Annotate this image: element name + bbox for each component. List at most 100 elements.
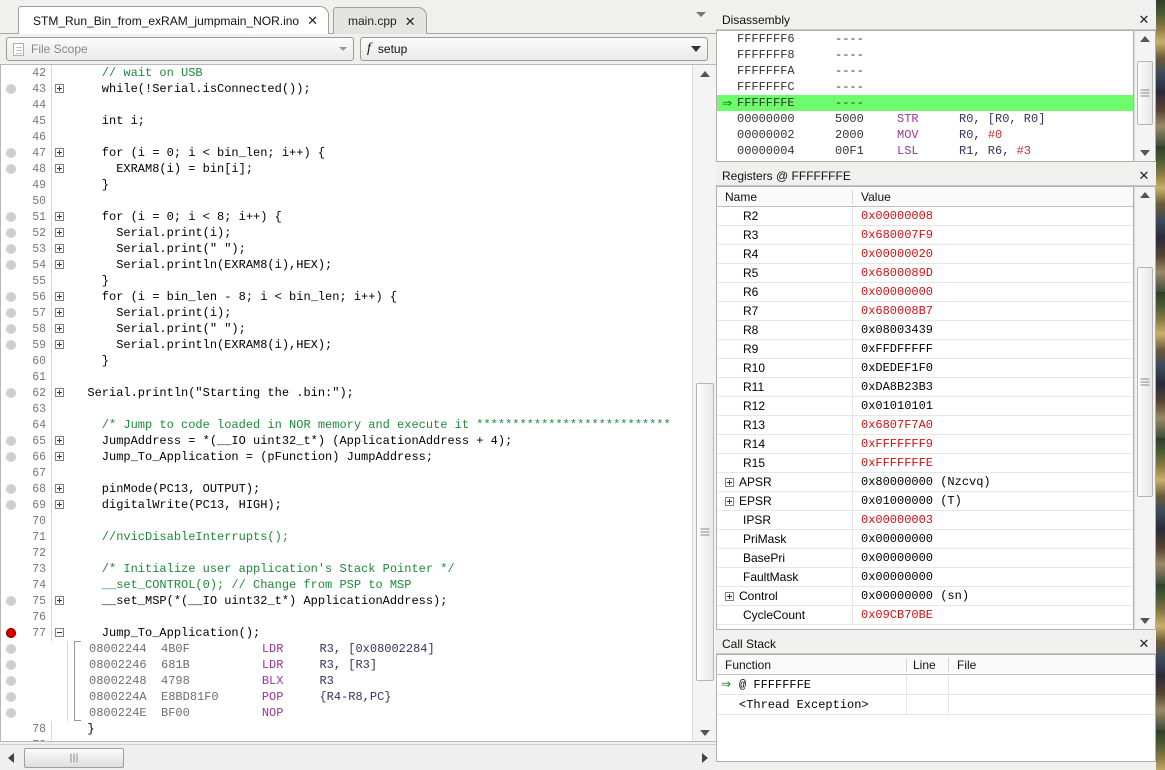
breakpoint-gutter[interactable]: [1, 673, 67, 689]
fold-gutter[interactable]: [51, 129, 67, 145]
register-value[interactable]: 0x00000000: [853, 285, 1133, 299]
code-line[interactable]: 53 Serial.print(" ");: [1, 241, 692, 257]
register-row[interactable]: R130x6807F7A0: [717, 416, 1133, 435]
breakpoint-gutter[interactable]: [1, 369, 23, 385]
expand-icon[interactable]: [55, 84, 64, 93]
code-line[interactable]: 58 Serial.print(" ");: [1, 321, 692, 337]
file-scope-dropdown[interactable]: File Scope: [6, 37, 354, 61]
fold-gutter[interactable]: [51, 465, 67, 481]
breakpoint-gutter[interactable]: [1, 65, 23, 81]
breakpoint-gutter[interactable]: [1, 241, 23, 257]
breakpoint-gutter[interactable]: [1, 721, 23, 737]
fold-gutter[interactable]: [51, 241, 67, 257]
register-value[interactable]: 0x00000000: [853, 551, 1133, 565]
expand-icon[interactable]: [55, 484, 64, 493]
breakpoint-gutter[interactable]: [1, 337, 23, 353]
close-icon[interactable]: ✕: [1136, 12, 1152, 28]
code-line[interactable]: 78 }: [1, 721, 692, 737]
breakpoint-marker-icon[interactable]: [6, 244, 16, 254]
code-line[interactable]: 61: [1, 369, 692, 385]
breakpoint-gutter[interactable]: [1, 225, 23, 241]
fold-gutter[interactable]: [51, 209, 67, 225]
fold-gutter[interactable]: [51, 577, 67, 593]
code-line[interactable]: 63: [1, 401, 692, 417]
expand-icon[interactable]: [725, 497, 734, 506]
fold-gutter[interactable]: [51, 433, 67, 449]
disassembly-row[interactable]: 000000022000MOVR0, #0: [717, 127, 1133, 143]
fold-gutter[interactable]: [51, 449, 67, 465]
breakpoint-marker-icon[interactable]: [6, 388, 16, 398]
register-row[interactable]: BasePri0x00000000: [717, 549, 1133, 568]
scroll-down-icon[interactable]: [1135, 145, 1155, 161]
register-value[interactable]: 0xDEDEF1F0: [853, 361, 1133, 375]
breakpoint-marker-icon[interactable]: [6, 260, 16, 270]
register-row[interactable]: FaultMask0x00000000: [717, 568, 1133, 587]
breakpoint-marker-icon[interactable]: [6, 324, 16, 334]
fold-gutter[interactable]: [51, 305, 67, 321]
expand-icon[interactable]: [55, 212, 64, 221]
breakpoint-gutter[interactable]: [1, 465, 23, 481]
scroll-up-icon[interactable]: [693, 65, 716, 82]
breakpoint-gutter[interactable]: [1, 161, 23, 177]
fold-gutter[interactable]: [51, 369, 67, 385]
breakpoint-marker-icon[interactable]: [6, 596, 16, 606]
breakpoint-marker-icon[interactable]: [6, 148, 16, 158]
editor-vertical-scrollbar[interactable]: [692, 65, 716, 741]
fold-gutter[interactable]: [51, 273, 67, 289]
disassembly-list[interactable]: FFFFFFF6----FFFFFFF8----FFFFFFFA----FFFF…: [716, 30, 1134, 162]
fold-gutter[interactable]: [51, 65, 67, 81]
scroll-up-icon[interactable]: [1135, 187, 1155, 203]
expand-icon[interactable]: [55, 164, 64, 173]
fold-gutter[interactable]: [51, 417, 67, 433]
disassembly-row-current[interactable]: ⇒FFFFFFFE----: [717, 95, 1133, 111]
scroll-right-icon[interactable]: [694, 745, 716, 770]
code-line[interactable]: 62 Serial.println("Starting the .bin:");: [1, 385, 692, 401]
disassembly-row[interactable]: FFFFFFFC----: [717, 79, 1133, 95]
scroll-left-icon[interactable]: [0, 745, 22, 770]
register-row[interactable]: R120x01010101: [717, 397, 1133, 416]
disassembly-row[interactable]: 0000000400F1LSLR1, R6, #3: [717, 143, 1133, 159]
breakpoint-gutter[interactable]: [1, 257, 23, 273]
fold-gutter[interactable]: [51, 177, 67, 193]
register-value[interactable]: 0xFFDFFFFF: [853, 342, 1133, 356]
expand-icon[interactable]: [55, 148, 64, 157]
register-value[interactable]: 0x6800089D: [853, 266, 1133, 280]
breakpoint-gutter[interactable]: [1, 353, 23, 369]
expand-icon[interactable]: [55, 260, 64, 269]
code-line[interactable]: 47 for (i = 0; i < bin_len; i++) {: [1, 145, 692, 161]
editor-tab-maincpp[interactable]: main.cpp ✕: [333, 7, 427, 34]
register-value[interactable]: 0x6807F7A0: [853, 418, 1133, 432]
code-line[interactable]: 71 //nvicDisableInterrupts();: [1, 529, 692, 545]
scrollbar-thumb[interactable]: [1137, 267, 1153, 497]
scrollbar-thumb[interactable]: [696, 383, 714, 681]
code-line[interactable]: 68 pinMode(PC13, OUTPUT);: [1, 481, 692, 497]
register-value[interactable]: 0xDA8B23B3: [853, 380, 1133, 394]
fold-gutter[interactable]: [51, 401, 67, 417]
breakpoint-gutter[interactable]: [1, 113, 23, 129]
register-row[interactable]: R40x00000020: [717, 245, 1133, 264]
register-row[interactable]: R150xFFFFFFFE: [717, 454, 1133, 473]
fold-gutter[interactable]: [51, 513, 67, 529]
register-row[interactable]: PriMask0x00000000: [717, 530, 1133, 549]
expand-icon[interactable]: [55, 596, 64, 605]
code-line[interactable]: 64 /* Jump to code loaded in NOR memory …: [1, 417, 692, 433]
code-line[interactable]: 44: [1, 97, 692, 113]
register-row[interactable]: Control0x00000000 (sn): [717, 587, 1133, 606]
register-row[interactable]: APSR0x80000000 (Nzcvq): [717, 473, 1133, 492]
breakpoint-gutter[interactable]: [1, 385, 23, 401]
breakpoint-gutter[interactable]: [1, 609, 23, 625]
breakpoint-marker-icon[interactable]: [6, 692, 16, 702]
register-value[interactable]: 0x00000000 (sn): [853, 589, 1133, 603]
breakpoint-marker-icon[interactable]: [6, 628, 16, 638]
code-line[interactable]: 56 for (i = bin_len - 8; i < bin_len; i+…: [1, 289, 692, 305]
register-value[interactable]: 0x80000000 (Nzcvq): [853, 475, 1133, 489]
register-row[interactable]: R80x08003439: [717, 321, 1133, 340]
breakpoint-gutter[interactable]: [1, 177, 23, 193]
breakpoint-marker-icon[interactable]: [6, 308, 16, 318]
code-line[interactable]: 76: [1, 609, 692, 625]
breakpoint-gutter[interactable]: [1, 321, 23, 337]
code-line[interactable]: 70: [1, 513, 692, 529]
fold-gutter[interactable]: [51, 145, 67, 161]
fold-gutter[interactable]: [51, 289, 67, 305]
scrollbar-thumb[interactable]: [1137, 61, 1153, 125]
